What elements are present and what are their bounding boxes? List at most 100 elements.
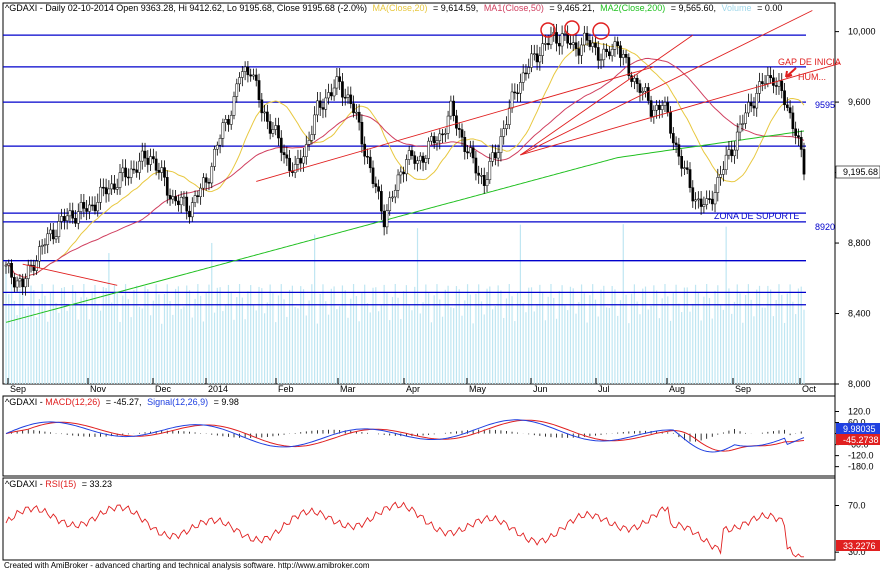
candle-body xyxy=(619,45,622,58)
volume-bar xyxy=(491,309,494,384)
volume-bar xyxy=(503,317,505,384)
volume-bar xyxy=(30,285,32,384)
volume-bar xyxy=(441,316,444,384)
volume-bar xyxy=(422,302,424,384)
volume-bar xyxy=(294,307,296,384)
candle-body xyxy=(313,114,316,135)
candle-body xyxy=(35,260,38,271)
candle-body xyxy=(374,183,378,187)
volume-bar xyxy=(511,296,513,384)
rsi-header-prefix: ^GDAXI - xyxy=(5,479,45,489)
volume-bar xyxy=(38,299,40,384)
volume-bar xyxy=(97,304,99,384)
volume-bar xyxy=(52,284,54,384)
volume-bar xyxy=(58,312,60,384)
candle-body xyxy=(471,147,475,159)
candle-body xyxy=(154,158,158,171)
volume-bar xyxy=(711,318,713,384)
candle-body xyxy=(466,151,469,154)
volume-bar xyxy=(450,307,452,384)
volume-bar xyxy=(175,288,177,384)
candle-body xyxy=(282,152,286,156)
candle-body xyxy=(213,148,216,167)
macd-value-tag-label: -45.2738 xyxy=(843,435,879,445)
volume-bar xyxy=(617,315,619,384)
candle-body xyxy=(218,138,222,146)
candle-body xyxy=(107,188,111,195)
candle-body xyxy=(774,85,778,87)
volume-bar xyxy=(580,284,583,384)
rsi-header-value: = 33.23 xyxy=(82,479,112,489)
candle-body xyxy=(449,100,453,117)
candle-body xyxy=(263,111,266,114)
candle-body xyxy=(744,112,747,124)
candle-body xyxy=(104,187,108,195)
candle-body xyxy=(496,152,500,159)
volume-bar xyxy=(327,314,330,384)
time-tick-label: May xyxy=(469,384,487,394)
volume-bar xyxy=(364,284,366,384)
rsi-value-tag-label: 33.2276 xyxy=(843,541,876,551)
candle-body xyxy=(126,176,130,179)
volume-bar xyxy=(333,286,335,384)
volume-bar xyxy=(567,310,569,384)
candle-body xyxy=(477,172,481,176)
volume-bar xyxy=(77,319,79,384)
header-prefix: ^GDAXI - Daily 02-10-2014 Open 9363.28, … xyxy=(5,3,367,13)
candle-body xyxy=(452,100,456,116)
volume-bar xyxy=(447,285,449,384)
volume-bar xyxy=(252,304,255,384)
candle-body xyxy=(93,204,97,212)
candle-body xyxy=(616,41,620,46)
volume-bar xyxy=(800,286,802,384)
candle-body xyxy=(724,154,728,170)
footer-credit: Created with AmiBroker - advanced charti… xyxy=(4,561,370,570)
candle-body xyxy=(605,48,608,52)
candle-body xyxy=(165,177,169,196)
candle-body xyxy=(21,278,25,288)
volume-bar xyxy=(486,288,488,384)
candle-body xyxy=(324,97,328,110)
time-tick-label: Jul xyxy=(598,384,610,394)
volume-bar xyxy=(636,301,638,384)
volume-bar xyxy=(372,287,374,384)
candle-body xyxy=(371,167,375,184)
candle-body xyxy=(338,76,342,82)
volume-bar xyxy=(394,284,396,384)
volume-bar xyxy=(739,293,741,384)
annotation-support-zone: ZONA DE SUPORTE xyxy=(714,211,799,221)
candle-body xyxy=(85,208,88,212)
time-tick-label: Oct xyxy=(802,384,817,394)
volume-bar xyxy=(124,284,127,384)
candle-body xyxy=(185,196,189,212)
candle-body xyxy=(413,155,417,164)
candle-body xyxy=(121,167,125,173)
candle-body xyxy=(341,81,344,98)
candle-body xyxy=(621,54,625,58)
candle-body xyxy=(310,134,314,141)
volume-bar xyxy=(261,288,263,384)
candle-body xyxy=(382,210,386,228)
time-tick-label: Dec xyxy=(155,384,172,394)
volume-bar xyxy=(61,287,63,384)
candle-body xyxy=(685,167,689,170)
candle-body xyxy=(405,159,408,175)
price-tick-label: 8,800 xyxy=(848,238,871,248)
candle-body xyxy=(179,197,183,206)
candle-body xyxy=(602,48,606,61)
candle-body xyxy=(388,197,392,211)
volume-bar xyxy=(525,312,527,384)
candle-body xyxy=(12,277,16,288)
volume-bar xyxy=(311,284,313,384)
volume-bar xyxy=(489,286,491,384)
volume-bar xyxy=(742,322,744,384)
volume-bar xyxy=(633,284,635,384)
volume-bar xyxy=(611,285,613,384)
rsi-header-label: RSI(15) xyxy=(45,479,76,489)
candle-body xyxy=(304,144,308,157)
volume-bar xyxy=(472,323,474,384)
candle-body xyxy=(188,210,191,218)
candle-body xyxy=(491,152,494,162)
volume-bar xyxy=(289,289,291,384)
volume-bar xyxy=(547,296,549,384)
